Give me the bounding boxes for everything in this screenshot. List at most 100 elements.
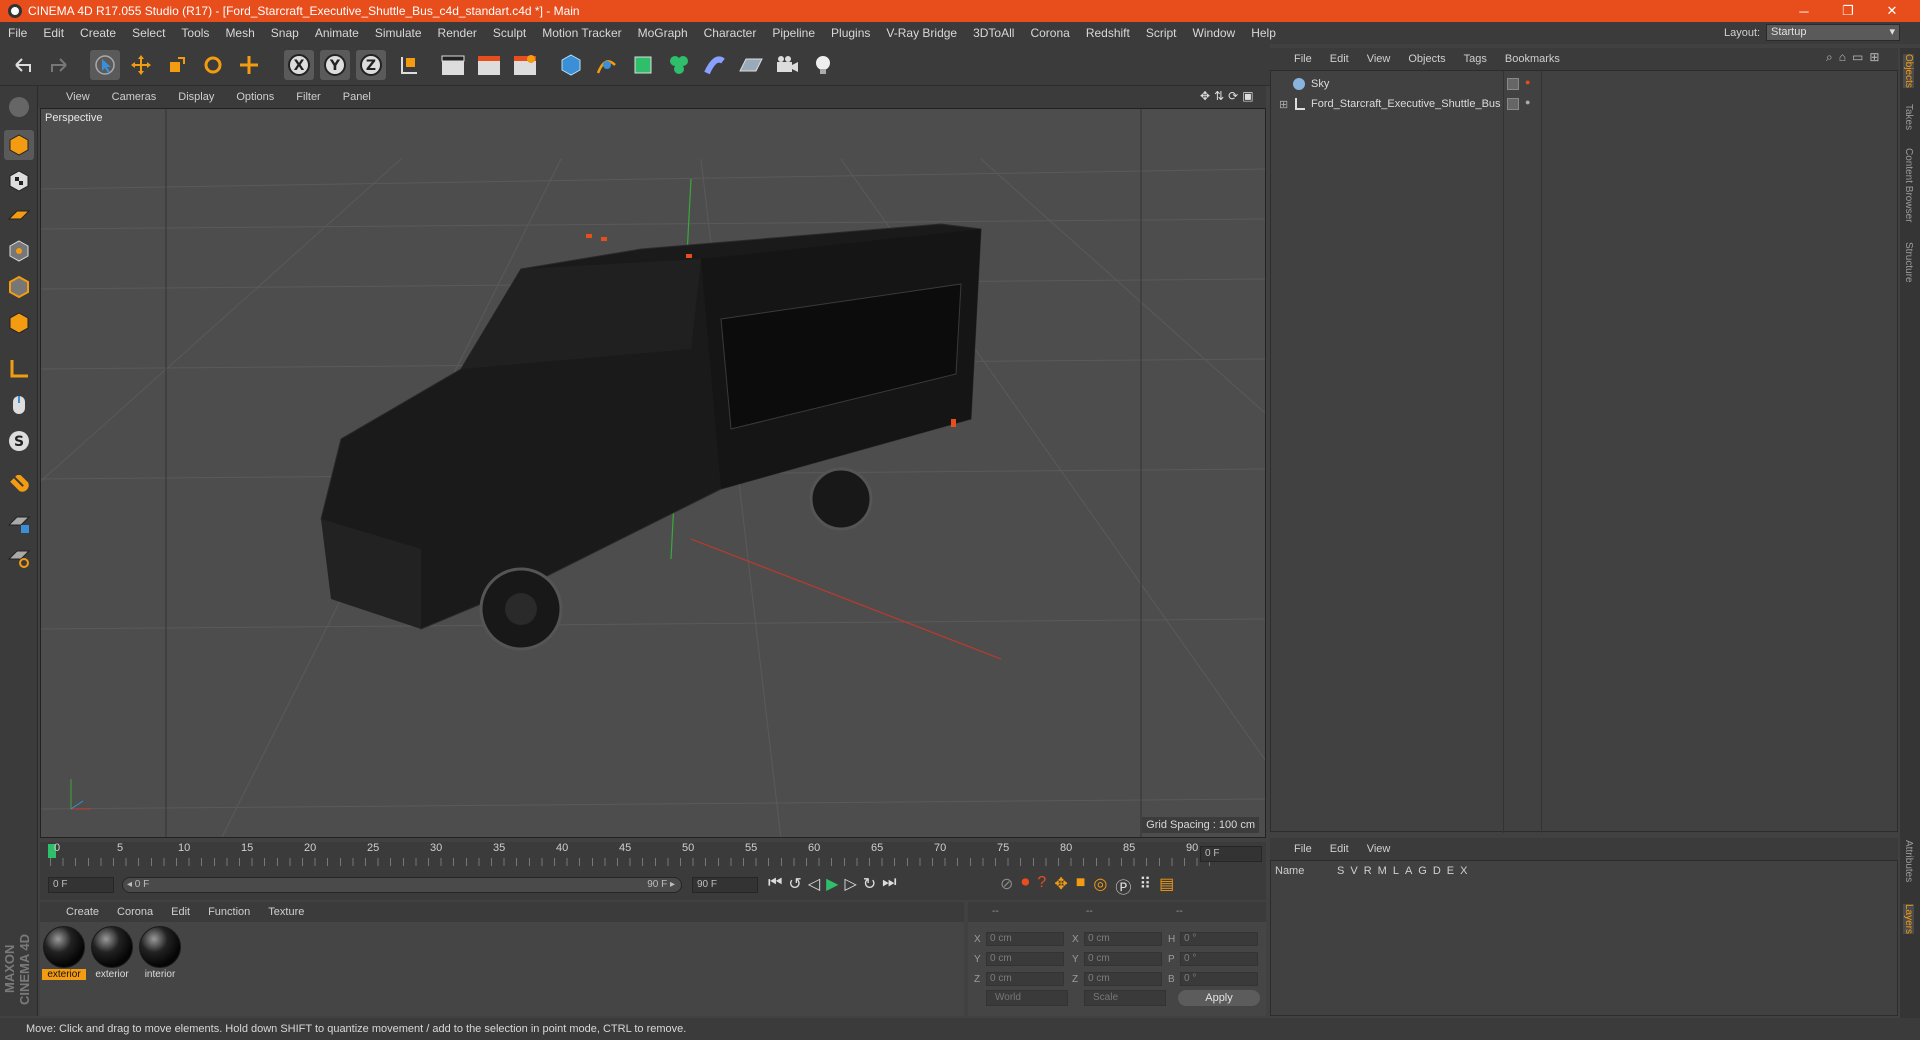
column-render[interactable]: R <box>1364 865 1372 877</box>
rotation-h-field[interactable]: 0 ° <box>1180 932 1258 946</box>
close-button[interactable]: ✕ <box>1870 0 1914 22</box>
redo-button[interactable] <box>44 50 74 80</box>
orbit-view-icon[interactable]: ⟳ <box>1228 89 1238 105</box>
column-animation[interactable]: A <box>1405 865 1412 877</box>
viewport-menu-filter[interactable]: Filter <box>296 91 320 103</box>
menu-pipeline[interactable]: Pipeline <box>772 26 815 40</box>
key-rotation-icon[interactable]: ◎ <box>1093 874 1107 898</box>
magnet-tool-button[interactable] <box>4 472 34 502</box>
tab-takes[interactable]: Takes <box>1903 104 1914 130</box>
menu-corona[interactable]: Corona <box>1030 26 1069 40</box>
key-position-icon[interactable]: ✥ <box>1054 874 1067 898</box>
go-to-start-icon[interactable]: ⏮ <box>768 874 782 894</box>
layer-checkbox[interactable] <box>1507 98 1519 110</box>
layer-menu-view[interactable]: View <box>1367 843 1391 855</box>
next-key-icon[interactable]: ↻ <box>863 874 876 894</box>
viewport-menu-display[interactable]: Display <box>178 91 214 103</box>
scale-tool[interactable] <box>162 50 192 80</box>
size-mode-dropdown[interactable]: Scale <box>1084 990 1166 1006</box>
tab-objects[interactable]: Objects <box>1903 54 1914 88</box>
x-axis-lock[interactable]: X <box>284 50 314 80</box>
menu-help[interactable]: Help <box>1251 26 1276 40</box>
axis-mode-button[interactable] <box>4 354 34 384</box>
menu-animate[interactable]: Animate <box>315 26 359 40</box>
render-to-picture-viewer-button[interactable] <box>474 50 504 80</box>
cube-object-button[interactable] <box>556 50 586 80</box>
move-tool[interactable] <box>126 50 156 80</box>
transform-tool[interactable] <box>234 50 264 80</box>
column-deformers[interactable]: D <box>1433 865 1441 877</box>
column-generators[interactable]: G <box>1418 865 1427 877</box>
menu-render[interactable]: Render <box>438 26 477 40</box>
column-expressions[interactable]: E <box>1447 865 1454 877</box>
material-menu-create[interactable]: Create <box>66 906 99 918</box>
rotation-p-field[interactable]: 0 ° <box>1180 952 1258 966</box>
rotation-b-field[interactable]: 0 ° <box>1180 972 1258 986</box>
snapping-button[interactable]: S <box>4 426 34 456</box>
timeline-window-icon[interactable]: ▤ <box>1159 874 1174 898</box>
key-parameter-icon[interactable]: Ⓟ <box>1115 874 1131 898</box>
coordinate-space-dropdown[interactable]: World <box>986 990 1068 1006</box>
menu-script[interactable]: Script <box>1146 26 1177 40</box>
viewport-camera-label[interactable]: Perspective <box>45 112 102 124</box>
material-swatch[interactable]: exterior <box>90 926 134 980</box>
object-menu-view[interactable]: View <box>1367 53 1391 65</box>
menu-window[interactable]: Window <box>1193 26 1236 40</box>
tweak-mode-button[interactable] <box>4 390 34 420</box>
spline-pen-button[interactable] <box>592 50 622 80</box>
layer-checkbox[interactable] <box>1507 78 1519 90</box>
light-button[interactable] <box>808 50 838 80</box>
workplane-mode-button[interactable] <box>4 200 34 230</box>
render-view-button[interactable] <box>438 50 468 80</box>
key-pla-icon[interactable]: ⠿ <box>1139 874 1151 898</box>
timeline-ruler[interactable]: 0 5 10 15 20 25 30 35 40 45 50 55 60 65 … <box>40 842 1266 870</box>
material-menu-corona[interactable]: Corona <box>117 906 153 918</box>
y-axis-lock[interactable]: Y <box>320 50 350 80</box>
position-z-field[interactable]: 0 cm <box>986 972 1064 986</box>
layer-menu-file[interactable]: File <box>1294 843 1312 855</box>
cloner-button[interactable] <box>664 50 694 80</box>
material-menu-texture[interactable]: Texture <box>268 906 304 918</box>
position-x-field[interactable]: 0 cm <box>986 932 1064 946</box>
planar-workplane-button[interactable] <box>4 542 34 572</box>
size-y-field[interactable]: 0 cm <box>1084 952 1162 966</box>
rotate-tool[interactable] <box>198 50 228 80</box>
object-row-bus[interactable]: ⊞ Ford_Starcraft_Executive_Shuttle_Bus ● <box>1271 95 1899 113</box>
key-scale-icon[interactable]: ■ <box>1076 874 1086 898</box>
menu-snap[interactable]: Snap <box>271 26 299 40</box>
pan-view-icon[interactable]: ✥ <box>1200 89 1210 105</box>
lock-workplane-button[interactable] <box>4 508 34 538</box>
size-x-field[interactable]: 0 cm <box>1084 932 1162 946</box>
column-solo[interactable]: S <box>1337 865 1344 877</box>
menu-mesh[interactable]: Mesh <box>225 26 254 40</box>
tab-structure[interactable]: Structure <box>1903 242 1914 283</box>
home-icon[interactable]: ⌂ <box>1839 50 1846 65</box>
size-z-field[interactable]: 0 cm <box>1084 972 1162 986</box>
dolly-view-icon[interactable]: ⇅ <box>1214 89 1224 105</box>
play-forward-icon[interactable]: ▶ <box>826 874 838 894</box>
object-menu-objects[interactable]: Objects <box>1408 53 1445 65</box>
object-row-sky[interactable]: Sky ● <box>1271 75 1899 93</box>
visibility-dot-icon[interactable]: ● <box>1525 97 1530 107</box>
previous-key-icon[interactable]: ↺ <box>788 874 801 894</box>
column-xrefs[interactable]: X <box>1460 865 1467 877</box>
menu-create[interactable]: Create <box>80 26 116 40</box>
menu-mograph[interactable]: MoGraph <box>638 26 688 40</box>
undo-button[interactable] <box>8 50 38 80</box>
minimize-button[interactable]: ─ <box>1782 0 1826 22</box>
menu-sculpt[interactable]: Sculpt <box>493 26 526 40</box>
column-name[interactable]: Name <box>1275 865 1331 877</box>
menu-plugins[interactable]: Plugins <box>831 26 870 40</box>
menu-select[interactable]: Select <box>132 26 165 40</box>
position-y-field[interactable]: 0 cm <box>986 952 1064 966</box>
layout-dropdown[interactable]: Startup ▾ <box>1766 24 1900 41</box>
visibility-dot-icon[interactable]: ● <box>1525 77 1530 87</box>
menu-motion-tracker[interactable]: Motion Tracker <box>542 26 621 40</box>
perspective-viewport[interactable]: Perspective Grid Spacing : 100 cm <box>40 108 1266 838</box>
menu-simulate[interactable]: Simulate <box>375 26 422 40</box>
expand-icon[interactable]: ⊞ <box>1279 98 1289 111</box>
menu-edit[interactable]: Edit <box>43 26 64 40</box>
menu-tools[interactable]: Tools <box>181 26 209 40</box>
viewport-menu-cameras[interactable]: Cameras <box>112 91 157 103</box>
material-menu-function[interactable]: Function <box>208 906 250 918</box>
